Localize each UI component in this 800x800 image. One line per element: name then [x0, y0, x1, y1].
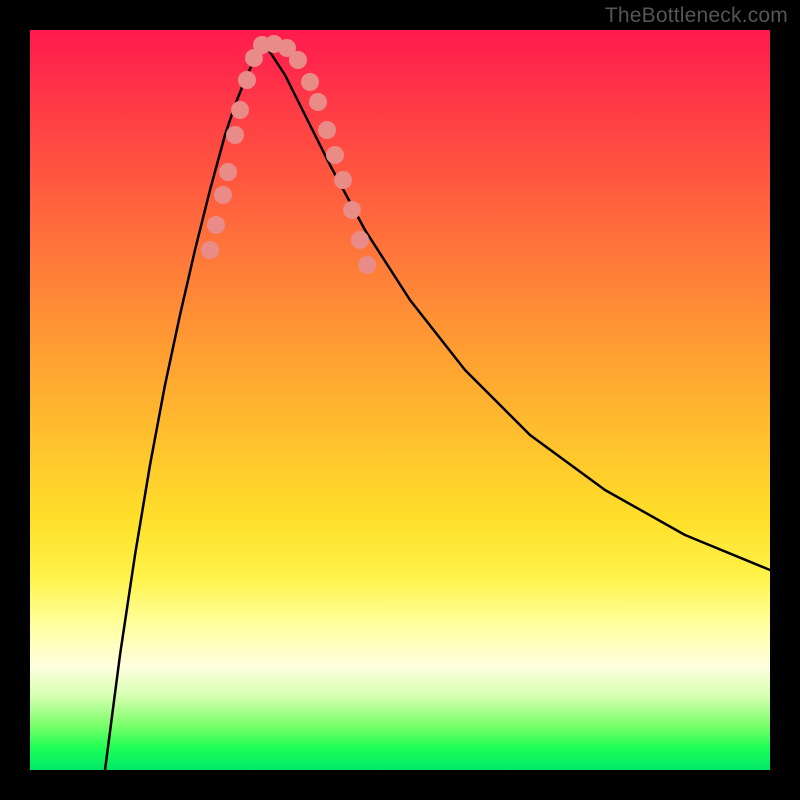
highlight-dot: [351, 231, 369, 249]
dots-group: [201, 35, 376, 274]
highlight-dot: [219, 163, 237, 181]
bottleneck-curve-right: [262, 45, 770, 570]
highlight-dot: [238, 71, 256, 89]
highlight-dot: [289, 51, 307, 69]
highlight-dot: [309, 93, 327, 111]
highlight-dot: [326, 146, 344, 164]
chart-frame: TheBottleneck.com: [0, 0, 800, 800]
watermark-text: TheBottleneck.com: [605, 4, 788, 28]
highlight-dot: [358, 256, 376, 274]
highlight-dot: [214, 186, 232, 204]
highlight-dot: [318, 121, 336, 139]
highlight-dot: [343, 201, 361, 219]
bottleneck-curve-left: [105, 45, 262, 770]
series-group: [105, 45, 770, 770]
highlight-dot: [301, 73, 319, 91]
curve-svg: [30, 30, 770, 770]
highlight-dot: [207, 216, 225, 234]
highlight-dot: [226, 126, 244, 144]
highlight-dot: [334, 171, 352, 189]
highlight-dot: [231, 101, 249, 119]
highlight-dot: [201, 241, 219, 259]
chart-plot-area: [30, 30, 770, 770]
